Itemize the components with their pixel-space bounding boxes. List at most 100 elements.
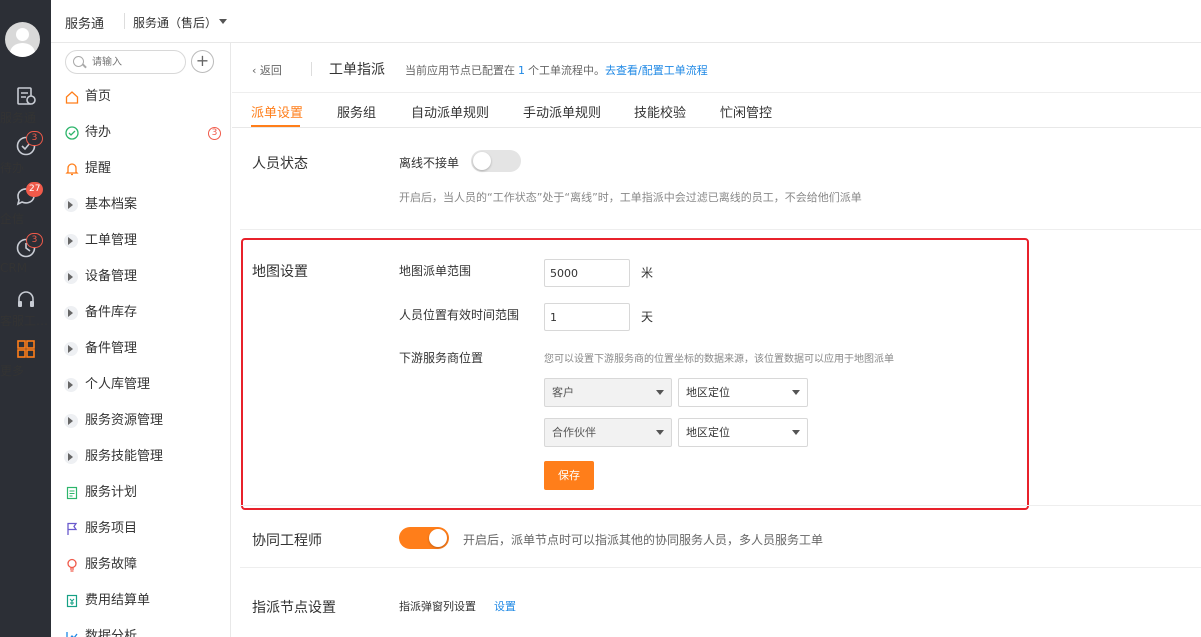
location-source-select-2[interactable]: 地区定位 bbox=[678, 418, 808, 447]
map-settings-title: 地图设置 bbox=[252, 264, 308, 280]
sidebar-item-label: 首页 bbox=[85, 89, 112, 104]
tab-skill-check[interactable]: 技能校验 bbox=[634, 102, 686, 121]
sidebar-item-service-resources[interactable]: 服务资源管理 bbox=[51, 403, 230, 439]
tab-dispatch-settings[interactable]: 派单设置 bbox=[251, 102, 303, 121]
back-link[interactable]: ‹ 返回 bbox=[252, 62, 282, 78]
sidebar-item-label: 工单管理 bbox=[85, 233, 138, 248]
popup-column-label: 指派弹窗列设置 bbox=[399, 600, 476, 613]
downstream-type-select-2: 合作伙伴 bbox=[544, 418, 672, 447]
sidebar-item-personal-stock[interactable]: 个人库管理 bbox=[51, 367, 230, 403]
sidebar-item-label: 备件库存 bbox=[85, 305, 138, 320]
sidebar-item-service-plan[interactable]: 服务计划 bbox=[51, 475, 230, 511]
sidebar-item-service-items[interactable]: 服务项目 bbox=[51, 511, 230, 547]
sidebar-item-equipment[interactable]: 设备管理 bbox=[51, 259, 230, 295]
service-icon bbox=[16, 87, 36, 105]
sidebar-item-label: 服务计划 bbox=[85, 485, 138, 500]
tab-auto-dispatch-rules[interactable]: 自动派单规则 bbox=[411, 102, 489, 121]
popup-column-setting-link[interactable]: 设置 bbox=[494, 598, 516, 614]
topbar-divider bbox=[124, 13, 125, 29]
rail-label: 待办 bbox=[0, 161, 25, 175]
sidebar-item-spare-parts[interactable]: 备件管理 bbox=[51, 331, 230, 367]
version-selector[interactable]: 服务通（售后） bbox=[133, 14, 217, 31]
search-icon bbox=[73, 56, 84, 67]
top-bar: 服务通 服务通（售后） bbox=[51, 0, 1201, 43]
map-range-input[interactable] bbox=[544, 259, 630, 287]
sidebar-item-reminder[interactable]: 提醒 bbox=[51, 151, 230, 187]
search-input[interactable] bbox=[92, 54, 182, 70]
sidebar-item-spare-stock[interactable]: 备件库存 bbox=[51, 295, 230, 331]
staff-status-title: 人员状态 bbox=[252, 156, 308, 172]
select-value: 客户 bbox=[552, 386, 574, 399]
bell-icon bbox=[65, 163, 79, 176]
chevron-down-icon[interactable] bbox=[219, 19, 227, 24]
section-divider bbox=[240, 229, 1201, 230]
sidebar-item-settlement[interactable]: 费用结算单 bbox=[51, 583, 230, 619]
sidebar-item-label: 基本档案 bbox=[85, 197, 138, 212]
rail-item-crm[interactable]: 3 CRM bbox=[0, 233, 51, 287]
sidebar-item-home[interactable]: 首页 bbox=[51, 79, 230, 115]
sidebar-item-label: 设备管理 bbox=[85, 269, 138, 284]
rail-label: CRM bbox=[0, 261, 28, 275]
location-source-select-1[interactable]: 地区定位 bbox=[678, 378, 808, 407]
triangle-icon bbox=[68, 417, 73, 425]
sidebar-item-label: 提醒 bbox=[85, 161, 112, 176]
grid-more-icon bbox=[16, 340, 35, 358]
sidebar-item-label: 备件管理 bbox=[85, 341, 138, 356]
chat-badge: 27 bbox=[26, 182, 44, 197]
search-box[interactable] bbox=[65, 50, 186, 74]
chevron-down-icon bbox=[792, 390, 800, 395]
sidebar-item-label: 服务技能管理 bbox=[85, 449, 164, 464]
triangle-icon bbox=[68, 201, 73, 209]
tab-service-groups[interactable]: 服务组 bbox=[337, 102, 376, 121]
config-flow-link[interactable]: 去查看/配置工单流程 bbox=[605, 64, 708, 77]
user-avatar[interactable] bbox=[5, 22, 40, 57]
home-icon bbox=[65, 91, 79, 104]
select-value: 合作伙伴 bbox=[552, 426, 596, 439]
app-rail: 服务通 3 待办 27 企信 3 CRM 客服工… 更多 bbox=[0, 0, 51, 637]
sidebar-item-label: 服务资源管理 bbox=[85, 413, 164, 428]
section-divider bbox=[240, 505, 1201, 506]
invoice-icon bbox=[66, 594, 78, 608]
rail-item-more[interactable]: 更多 bbox=[0, 338, 51, 388]
sidebar-item-basic-records[interactable]: 基本档案 bbox=[51, 187, 230, 223]
triangle-icon bbox=[68, 381, 73, 389]
info-suffix: 个工单流程中。 bbox=[528, 64, 605, 77]
tab-manual-dispatch-rules[interactable]: 手动派单规则 bbox=[523, 102, 601, 121]
offline-no-dispatch-toggle[interactable] bbox=[471, 150, 521, 172]
position-valid-unit: 天 bbox=[641, 310, 654, 324]
select-value: 地区定位 bbox=[686, 386, 730, 399]
header-divider bbox=[232, 92, 1201, 93]
sidebar: + 首页 待办 3 提醒 基本档案 工单管理 设备管理 备件库存 bbox=[51, 43, 231, 637]
flow-count: 1 bbox=[518, 64, 525, 77]
rail-item-todo[interactable]: 3 待办 bbox=[0, 131, 51, 185]
page-title: 工单指派 bbox=[329, 62, 385, 78]
rail-item-chat[interactable]: 27 企信 bbox=[0, 182, 51, 236]
sidebar-item-label: 个人库管理 bbox=[85, 377, 151, 392]
map-range-label: 地图派单范围 bbox=[399, 264, 472, 278]
sidebar-item-label: 待办 bbox=[85, 125, 112, 140]
rail-label: 服务通 bbox=[0, 111, 37, 125]
collab-engineer-title: 协同工程师 bbox=[252, 533, 322, 549]
rail-label: 客服工… bbox=[0, 314, 49, 328]
todo-badge: 3 bbox=[26, 131, 43, 146]
sidebar-item-work-orders[interactable]: 工单管理 bbox=[51, 223, 230, 259]
collab-engineer-toggle[interactable] bbox=[399, 527, 449, 549]
sidebar-item-todo[interactable]: 待办 3 bbox=[51, 115, 230, 151]
tab-busy-idle-control[interactable]: 忙闲管控 bbox=[720, 102, 772, 121]
back-label: 返回 bbox=[259, 64, 282, 77]
triangle-icon bbox=[68, 237, 73, 245]
triangle-icon bbox=[68, 453, 73, 461]
document-icon bbox=[66, 486, 78, 500]
rail-label: 更多 bbox=[0, 364, 25, 378]
sidebar-item-service-faults[interactable]: 服务故障 bbox=[51, 547, 230, 583]
position-valid-input[interactable] bbox=[544, 303, 630, 331]
sidebar-item-analytics[interactable]: 数据分析 bbox=[51, 619, 230, 637]
map-range-unit: 米 bbox=[641, 266, 654, 280]
sidebar-item-service-skills[interactable]: 服务技能管理 bbox=[51, 439, 230, 475]
add-button[interactable]: + bbox=[191, 50, 214, 73]
save-button[interactable]: 保存 bbox=[544, 461, 594, 490]
flow-info: 当前应用节点已配置在 1 个工单流程中。去查看/配置工单流程 bbox=[405, 62, 708, 78]
rail-item-service[interactable]: 服务通 bbox=[0, 85, 51, 135]
rail-item-customer-service[interactable]: 客服工… bbox=[0, 288, 51, 338]
select-value: 地区定位 bbox=[686, 426, 730, 439]
